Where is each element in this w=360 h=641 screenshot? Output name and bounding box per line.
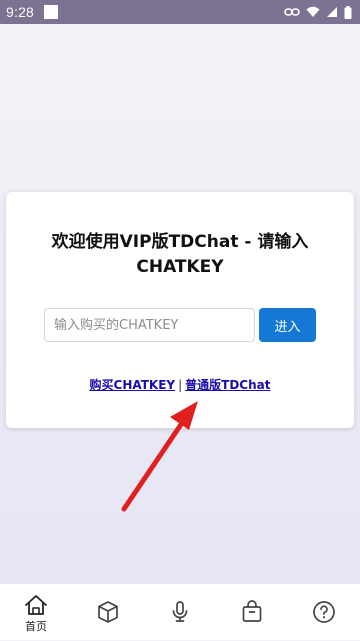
help-icon [313, 601, 335, 623]
links-row: 购买CHATKEY | 普通版TDChat [6, 376, 354, 393]
chatkey-input[interactable] [44, 308, 255, 342]
nav-home[interactable]: 首页 [0, 584, 72, 641]
nav-help[interactable] [288, 584, 360, 641]
link-icon [284, 8, 300, 16]
microphone-icon [172, 601, 188, 622]
cube-icon [98, 601, 118, 623]
buy-chatkey-link[interactable]: 购买CHATKEY [90, 378, 176, 392]
nav-cube[interactable] [72, 584, 144, 641]
status-icons [284, 5, 352, 19]
status-bar: 9:28 [0, 0, 360, 24]
normal-tdchat-link[interactable]: 普通版TDChat [185, 378, 270, 392]
notification-square-icon [44, 5, 59, 19]
link-separator: | [178, 378, 183, 392]
nav-bag[interactable] [216, 584, 288, 641]
status-time: 9:28 [6, 4, 35, 20]
home-icon [25, 595, 47, 615]
signal-icon [327, 7, 337, 17]
shopping-bag-icon [242, 600, 262, 622]
battery-icon [344, 5, 352, 19]
nav-microphone[interactable] [144, 584, 216, 641]
bottom-nav: 首页 [0, 583, 360, 640]
card-title: 欢迎使用VIP版TDChat - 请输入CHATKEY [51, 232, 309, 277]
enter-button[interactable]: 进入 [259, 308, 316, 342]
nav-home-label: 首页 [25, 620, 47, 633]
wifi-icon [306, 6, 320, 17]
chatkey-card: 欢迎使用VIP版TDChat - 请输入CHATKEY 进入 购买CHATKEY… [6, 192, 354, 428]
